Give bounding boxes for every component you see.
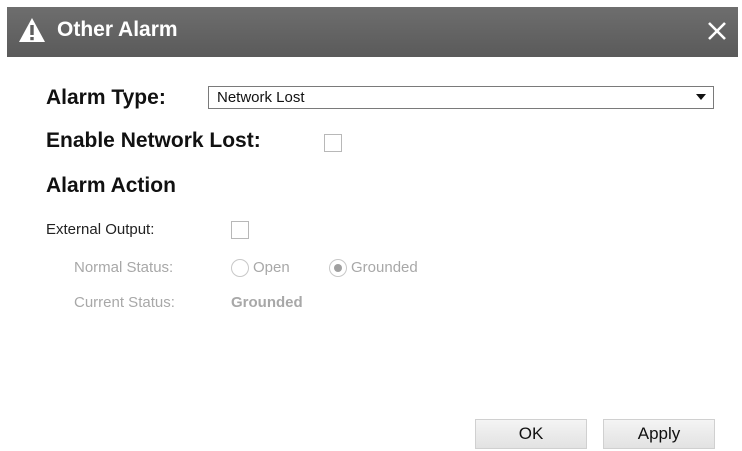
- dialog-title-bar: Other Alarm: [7, 7, 738, 57]
- enable-network-lost-checkbox[interactable]: [324, 134, 342, 152]
- radio-selected-dot: [334, 264, 342, 272]
- external-output-label: External Output:: [46, 221, 155, 238]
- ok-button[interactable]: OK: [475, 419, 587, 449]
- alarm-action-heading: Alarm Action: [46, 174, 176, 197]
- normal-status-label: Normal Status:: [74, 259, 174, 276]
- close-icon[interactable]: [704, 18, 730, 44]
- alarm-type-label: Alarm Type:: [46, 86, 166, 109]
- current-status-label: Current Status:: [74, 294, 175, 311]
- alarm-type-select[interactable]: Network Lost: [208, 86, 714, 109]
- external-output-checkbox[interactable]: [231, 221, 249, 239]
- normal-status-open-label: Open: [253, 259, 290, 276]
- dialog-title: Other Alarm: [57, 18, 178, 41]
- alarm-type-value: Network Lost: [217, 89, 305, 106]
- normal-status-grounded-radio[interactable]: [329, 259, 347, 277]
- normal-status-grounded-label: Grounded: [351, 259, 418, 276]
- chevron-down-icon: [696, 94, 706, 100]
- warning-icon: [19, 18, 45, 42]
- apply-button[interactable]: Apply: [603, 419, 715, 449]
- current-status-value: Grounded: [231, 294, 303, 311]
- normal-status-open-radio[interactable]: [231, 259, 249, 277]
- enable-network-lost-label: Enable Network Lost:: [46, 129, 261, 152]
